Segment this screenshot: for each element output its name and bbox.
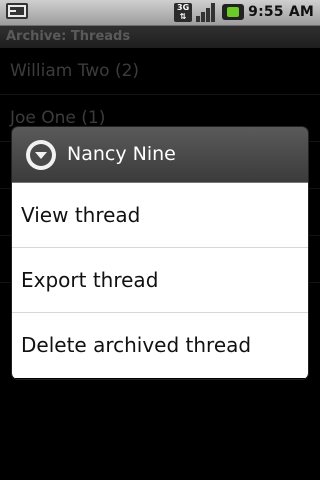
menu-item-label: View thread: [21, 203, 141, 227]
menu-item-label: Export thread: [21, 268, 159, 292]
network-3g-icon: 3G ⇅: [174, 2, 193, 22]
dialog-header: Nancy Nine: [12, 127, 308, 183]
context-menu-dialog: Nancy Nine View thread Export thread Del…: [12, 127, 308, 379]
context-menu: View thread Export thread Delete archive…: [12, 183, 308, 378]
signal-icon: [196, 2, 218, 22]
export-thread-item[interactable]: Export thread: [12, 248, 308, 313]
delete-archived-thread-item[interactable]: Delete archived thread: [12, 313, 308, 378]
status-bar: 3G ⇅ 9:55 AM: [0, 0, 320, 26]
battery-charging-icon: [222, 4, 245, 20]
status-left: [6, 3, 28, 19]
dialog-title: Nancy Nine: [67, 143, 176, 165]
keyboard-icon: [6, 3, 28, 19]
dropdown-circle-icon: [26, 140, 56, 170]
menu-item-label: Delete archived thread: [21, 333, 252, 357]
status-right: 3G ⇅ 9:55 AM: [174, 2, 314, 22]
network-label: 3G: [177, 2, 190, 12]
clock: 9:55 AM: [248, 4, 314, 20]
view-thread-item[interactable]: View thread: [12, 183, 308, 248]
